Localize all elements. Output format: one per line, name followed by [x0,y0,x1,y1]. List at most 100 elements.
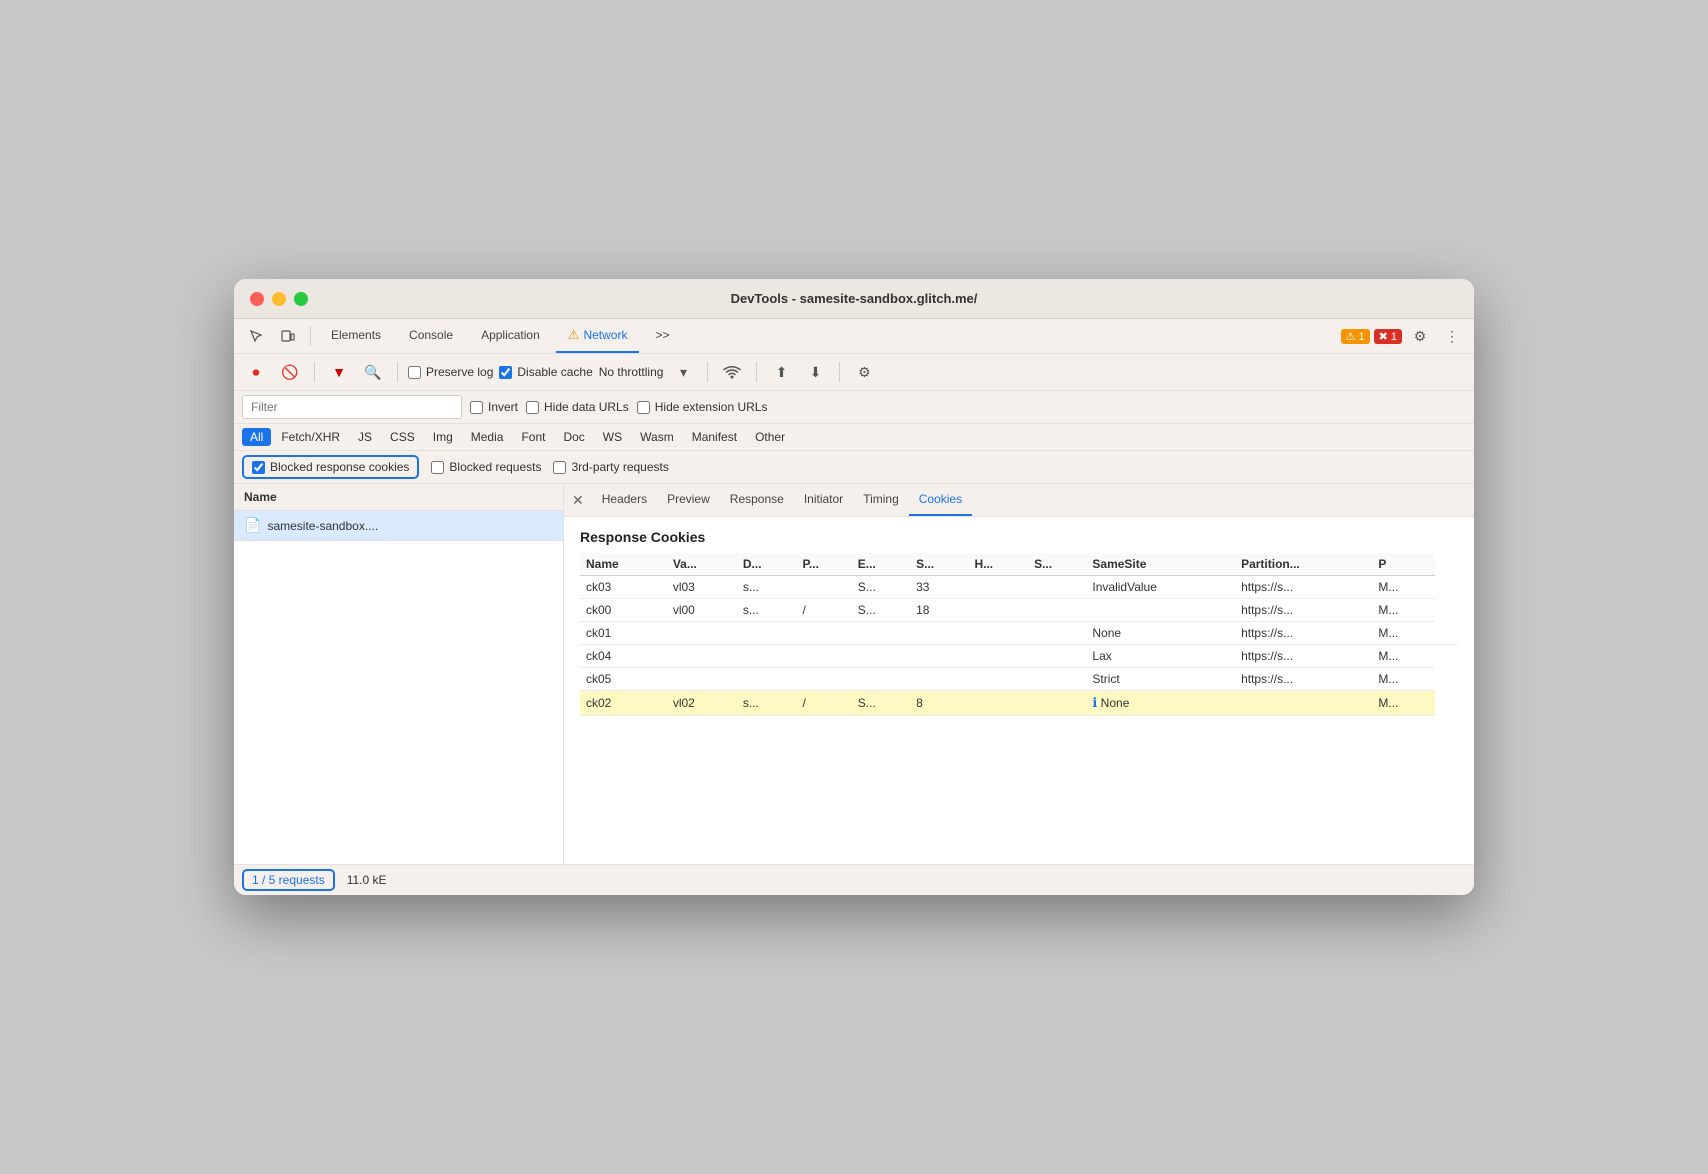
type-doc[interactable]: Doc [555,428,592,446]
type-manifest[interactable]: Manifest [684,428,745,446]
type-fetch-xhr[interactable]: Fetch/XHR [273,428,348,446]
disable-cache-label[interactable]: Disable cache [499,365,592,379]
detail-tab-cookies[interactable]: Cookies [909,484,972,516]
type-wasm[interactable]: Wasm [632,428,682,446]
cell-p [796,668,851,691]
status-bar: 1 / 5 requests 11.0 kE [234,864,1474,895]
preserve-log-label[interactable]: Preserve log [408,365,493,379]
detail-tab-headers[interactable]: Headers [592,484,657,516]
table-row[interactable]: ck02 vl02 s... / S... 8 ℹ None M... [580,691,1458,716]
blocked-requests-checkbox[interactable] [431,461,444,474]
table-header-row: Name Va... D... P... E... S... H... S...… [580,553,1458,576]
cell-va [667,622,737,645]
third-party-checkbox[interactable] [553,461,566,474]
title-bar: DevTools - samesite-sandbox.glitch.me/ [234,279,1474,319]
detail-tab-initiator[interactable]: Initiator [794,484,853,516]
cell-e: S... [852,691,910,716]
detail-tab-timing[interactable]: Timing [853,484,909,516]
hide-extension-checkbox[interactable] [637,401,650,414]
cookies-section-title: Response Cookies [580,529,1458,545]
table-row[interactable]: ck01 None https://s... M... [580,622,1458,645]
filter-input[interactable] [242,395,462,419]
tab-console[interactable]: Console [397,320,465,352]
col-s: S... [910,553,968,576]
cell-va: vl02 [667,691,737,716]
settings-icon[interactable]: ⚙ [1406,322,1434,350]
hide-extension-label[interactable]: Hide extension URLs [637,400,768,414]
cell-d: s... [737,691,797,716]
cell-s2 [1028,576,1086,599]
preserve-log-checkbox[interactable] [408,366,421,379]
type-ws[interactable]: WS [595,428,630,446]
cell-va: vl00 [667,599,737,622]
cell-s [910,622,968,645]
invert-checkbox[interactable] [470,401,483,414]
cell-p [796,645,851,668]
window-title: DevTools - samesite-sandbox.glitch.me/ [731,291,978,306]
table-row[interactable]: ck03 vl03 s... S... 33 InvalidValue http… [580,576,1458,599]
cookies-area: Response Cookies Name Va... D... P... E.… [564,517,1474,864]
tab-elements[interactable]: Elements [319,320,393,352]
type-font[interactable]: Font [513,428,553,446]
table-row[interactable]: ck05 Strict https://s... M... [580,668,1458,691]
type-img[interactable]: Img [425,428,461,446]
hide-data-urls-checkbox[interactable] [526,401,539,414]
disable-cache-checkbox[interactable] [499,366,512,379]
hide-data-urls-label[interactable]: Hide data URLs [526,400,629,414]
blocked-cookies-checkbox[interactable] [252,461,265,474]
tab-network[interactable]: ⚠ Network [556,319,640,353]
close-button[interactable] [250,292,264,306]
cell-d [737,622,797,645]
cell-h [968,599,1028,622]
device-icon[interactable] [274,322,302,350]
cell-va [667,668,737,691]
sep2 [314,362,315,382]
close-detail-icon[interactable]: ✕ [572,492,584,509]
detail-tabs: ✕ Headers Preview Response Initiator Tim… [564,484,1474,517]
type-filter-row: All Fetch/XHR JS CSS Img Media Font Doc … [234,424,1474,451]
wifi-icon[interactable] [718,358,746,386]
type-other[interactable]: Other [747,428,793,446]
cell-s2 [1028,668,1086,691]
upload-icon[interactable]: ⬆ [767,358,795,386]
maximize-button[interactable] [294,292,308,306]
tab-more[interactable]: >> [643,320,681,352]
detail-panel: ✕ Headers Preview Response Initiator Tim… [564,484,1474,864]
cell-s: 18 [910,599,968,622]
col-e: E... [852,553,910,576]
type-media[interactable]: Media [463,428,512,446]
blocked-cookies-label[interactable]: Blocked response cookies [252,460,409,474]
cell-h [968,691,1028,716]
invert-label[interactable]: Invert [470,400,518,414]
cell-partition: https://s... [1235,576,1372,599]
record-icon[interactable]: ⏺ [242,358,270,386]
clear-icon[interactable]: 🚫 [276,358,304,386]
more-menu-icon[interactable]: ⋮ [1438,322,1466,350]
search-icon[interactable]: 🔍 [359,358,387,386]
cursor-icon[interactable] [242,322,270,350]
type-js[interactable]: JS [350,428,380,446]
table-row[interactable]: ck04 Lax https://s... M... [580,645,1458,668]
tab-application[interactable]: Application [469,320,552,352]
sep1 [310,326,311,346]
throttle-dropdown-icon[interactable]: ▾ [669,358,697,386]
detail-tab-response[interactable]: Response [720,484,794,516]
blocked-requests-label[interactable]: Blocked requests [431,460,541,474]
tooltip-cell: This attempt to set a cookie via a Set-C… [1435,622,1458,645]
cell-e [852,668,910,691]
cell-s: 33 [910,576,968,599]
filter-icon[interactable]: ▼ [325,358,353,386]
settings2-icon[interactable]: ⚙ [850,358,878,386]
minimize-button[interactable] [272,292,286,306]
table-row[interactable]: ck00 vl00 s... / S... 18 https://s... [580,599,1458,622]
detail-tab-preview[interactable]: Preview [657,484,720,516]
cell-s [910,668,968,691]
third-party-label[interactable]: 3rd-party requests [553,460,668,474]
type-all[interactable]: All [242,428,271,446]
type-css[interactable]: CSS [382,428,423,446]
doc-icon: 📄 [244,517,261,534]
request-item[interactable]: 📄 samesite-sandbox.... [234,511,563,541]
col-s2: S... [1028,553,1086,576]
download-icon[interactable]: ⬇ [801,358,829,386]
network-toolbar: ⏺ 🚫 ▼ 🔍 Preserve log Disable cache No th… [234,354,1474,391]
